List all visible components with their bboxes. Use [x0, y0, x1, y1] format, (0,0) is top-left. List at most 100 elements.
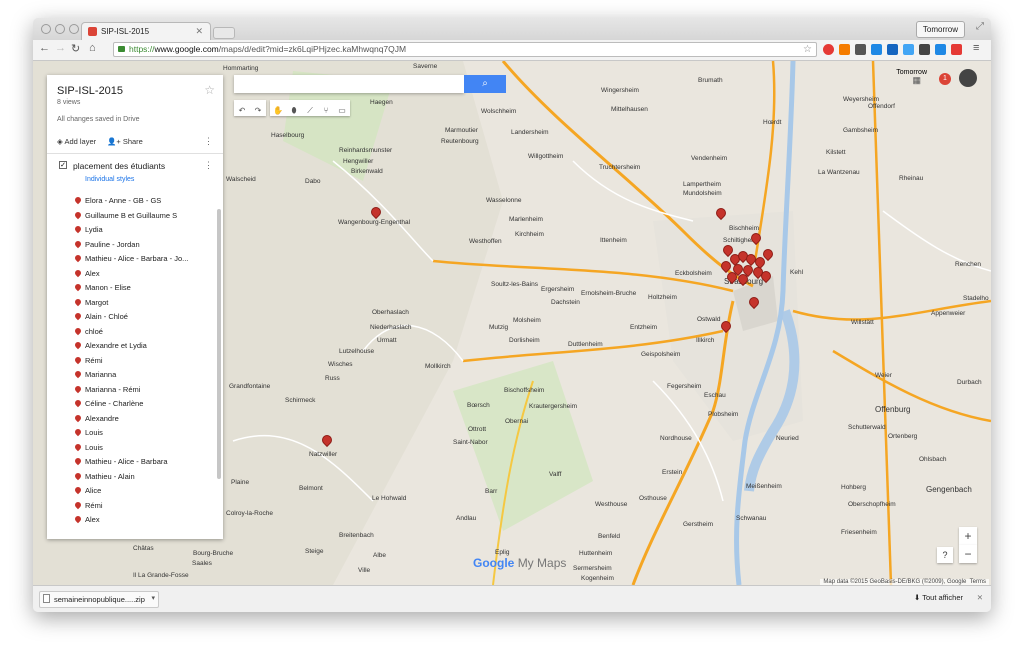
list-item[interactable]: Alexandre et Lydia	[73, 340, 215, 355]
place-label: Molsheim	[513, 317, 541, 324]
tab-maps[interactable]: SIP-ISL-2015 ✕	[81, 22, 211, 40]
reload-icon[interactable]: ↻	[71, 42, 80, 55]
list-item[interactable]: chloé	[73, 326, 215, 341]
extension-icon[interactable]	[855, 44, 866, 55]
layer-name[interactable]: placement des étudiants	[73, 161, 165, 171]
marker-pin-icon	[73, 311, 83, 321]
close-download-bar-icon[interactable]: ✕	[977, 593, 983, 602]
list-item[interactable]: Manon - Elise	[73, 282, 215, 297]
place-label: Reinhardsmunster	[339, 147, 393, 154]
place-label: Friesenheim	[841, 529, 877, 536]
ruler-icon[interactable]: ▭	[334, 103, 350, 119]
logo-my-maps: My Maps	[517, 556, 567, 570]
list-item[interactable]: Céline - Charlène	[73, 398, 215, 413]
place-label: Neuried	[776, 435, 799, 442]
list-item[interactable]: Marianna - Rémi	[73, 384, 215, 399]
individual-styles-link[interactable]: Individual styles	[85, 176, 134, 183]
list-item[interactable]: Rémi	[73, 355, 215, 370]
home-icon[interactable]: ⌂	[89, 42, 96, 54]
list-item[interactable]: Alex	[73, 268, 215, 283]
directions-icon[interactable]: ⑂	[318, 103, 334, 119]
list-item[interactable]: Margot	[73, 297, 215, 312]
list-item[interactable]: Lydia	[73, 224, 215, 239]
show-all-downloads-button[interactable]: ⬇ Tout afficher	[914, 593, 963, 602]
place-label: Hengwiller	[343, 158, 374, 165]
extension-icon[interactable]	[903, 44, 914, 55]
list-item[interactable]: Alain - Chloé	[73, 311, 215, 326]
list-item[interactable]: Louis	[73, 427, 215, 442]
share-button[interactable]: 👤+ Share	[107, 137, 143, 146]
draw-line-icon[interactable]: ⟋	[302, 103, 318, 119]
redo-icon[interactable]: ↷	[250, 103, 266, 119]
place-label: Hœrdt	[763, 119, 782, 126]
address-bar[interactable]: https://www.google.com/maps/d/edit?mid=z…	[113, 42, 817, 57]
apps-grid-icon[interactable]: ▦	[912, 75, 921, 86]
marker-pin-icon	[73, 326, 83, 335]
extension-icon[interactable]	[871, 44, 882, 55]
list-item-label: Mathieu - Alice - Barbara - Jo...	[85, 254, 189, 263]
zoom-out-button[interactable]: −	[959, 545, 977, 563]
layer-visibility-checkbox[interactable]: ✓	[59, 161, 67, 169]
list-item[interactable]: Elora - Anne - GB - GS	[73, 195, 215, 210]
extension-icon[interactable]	[951, 44, 962, 55]
list-item[interactable]: Guillaume B et Guillaume S	[73, 210, 215, 225]
list-item[interactable]: Alex	[73, 514, 215, 529]
minimize-window-button[interactable]	[55, 24, 65, 34]
list-item-label: Guillaume B et Guillaume S	[85, 210, 178, 220]
chevron-down-icon[interactable]: ▾	[151, 594, 155, 602]
place-label: Barr	[485, 488, 498, 495]
layer-options-icon[interactable]: ⋮	[204, 160, 213, 171]
list-item-label: Lydia	[85, 225, 103, 234]
close-window-button[interactable]	[41, 24, 51, 34]
search-input[interactable]	[234, 75, 464, 93]
map-title[interactable]: SIP-ISL-2015	[57, 85, 123, 97]
close-tab-icon[interactable]: ✕	[195, 26, 203, 37]
list-item[interactable]: Louis	[73, 442, 215, 457]
profile-button[interactable]: Tomorrow	[915, 21, 965, 38]
place-label: Gerstheim	[683, 521, 713, 528]
list-item-label: Alexandre et Lydia	[85, 341, 147, 350]
place-label: Niederhaslach	[370, 324, 412, 331]
marker-pin-icon	[73, 355, 83, 364]
browser-window: SIP-ISL-2015 ✕ Tomorrow ⤢ ← → ↻ ⌂ https:…	[33, 18, 991, 612]
extension-icon[interactable]	[935, 44, 946, 55]
list-item[interactable]: Pauline - Jordan	[73, 239, 215, 254]
place-label: Kogenheim	[581, 575, 614, 582]
place-label: Renchen	[955, 261, 982, 268]
ublock-extension-icon[interactable]	[823, 44, 834, 55]
map-canvas[interactable]: Hommarting Saverne Brumath Weyersheim Ha…	[33, 61, 991, 585]
download-item[interactable]: semaineinnopublique.....zip ▾	[39, 591, 159, 608]
avatar[interactable]	[959, 69, 977, 87]
new-tab-button[interactable]	[213, 27, 235, 39]
menu-icon[interactable]: ≡	[973, 42, 979, 54]
search-button[interactable]: ⌕	[464, 75, 506, 93]
add-layer-button[interactable]: ◈ Add layer	[57, 137, 96, 146]
add-marker-icon[interactable]: ⬮	[286, 103, 302, 119]
fullscreen-icon[interactable]: ⤢	[976, 21, 984, 32]
list-item[interactable]: Marianna	[73, 369, 215, 384]
hand-icon[interactable]: ✋	[270, 103, 286, 119]
rss-extension-icon[interactable]	[839, 44, 850, 55]
map-options-icon[interactable]: ⋮	[204, 136, 213, 147]
marker-pin-icon	[73, 195, 83, 205]
forward-icon[interactable]: →	[55, 42, 66, 54]
maximize-window-button[interactable]	[69, 24, 79, 34]
star-icon[interactable]: ☆	[204, 83, 215, 97]
list-item[interactable]: Mathieu - Alice - Barbara	[73, 456, 215, 471]
zoom-in-button[interactable]: +	[959, 527, 977, 545]
place-label: Andlau	[456, 515, 477, 522]
extension-icon[interactable]	[919, 44, 930, 55]
panel-scrollbar[interactable]	[217, 209, 221, 479]
undo-icon[interactable]: ↶	[234, 103, 250, 119]
notifications-badge[interactable]: 1	[939, 73, 951, 85]
help-button[interactable]: ?	[937, 547, 953, 563]
list-item[interactable]: Rémi	[73, 500, 215, 515]
place-label: Duttlenheim	[568, 341, 603, 348]
list-item[interactable]: Alice	[73, 485, 215, 500]
list-item[interactable]: Mathieu - Alain	[73, 471, 215, 486]
list-item[interactable]: Alexandre	[73, 413, 215, 428]
back-icon[interactable]: ←	[39, 42, 50, 54]
bookmark-star-icon[interactable]: ☆	[803, 43, 812, 56]
list-item[interactable]: Mathieu - Alice - Barbara - Jo...	[73, 253, 215, 268]
extension-icon[interactable]	[887, 44, 898, 55]
